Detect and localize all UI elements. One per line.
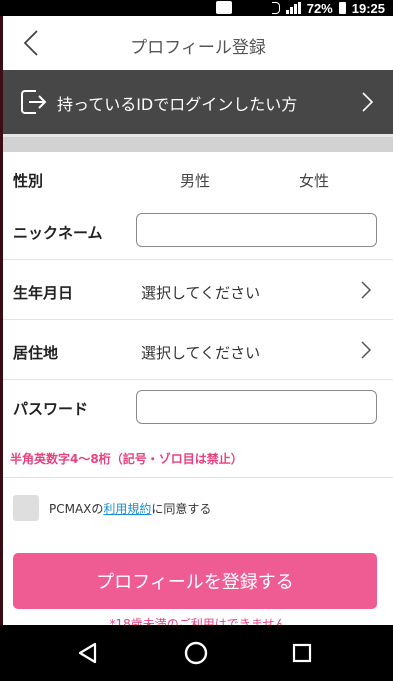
residence-row[interactable]: 居住地 選択してください — [3, 320, 393, 380]
nickname-input[interactable] — [136, 213, 377, 247]
terms-of-service-link[interactable]: 利用規約 — [103, 502, 151, 516]
terms-prefix: PCMAXの — [49, 502, 104, 516]
gender-option-female[interactable]: 女性 — [299, 170, 329, 191]
clock: 19:25 — [351, 0, 385, 16]
home-circle-icon — [184, 641, 208, 665]
birthdate-label: 生年月日 — [13, 284, 74, 302]
residence-select[interactable]: 選択してください — [141, 342, 260, 363]
terms-checkbox[interactable] — [13, 495, 39, 521]
password-hint: 半角英数字4〜8桁（記号・ゾロ目は禁止） — [10, 452, 243, 466]
nav-back-button[interactable] — [74, 639, 102, 667]
notification-icon — [216, 1, 232, 14]
birthdate-select[interactable]: 選択してください — [141, 282, 260, 303]
bluetooth-icon — [271, 2, 280, 14]
register-profile-button[interactable]: プロフィールを登録する — [13, 553, 377, 609]
birthdate-row[interactable]: 生年月日 選択してください — [3, 260, 393, 320]
password-input[interactable] — [136, 390, 377, 424]
signal-icon — [285, 2, 301, 14]
residence-label: 居住地 — [13, 344, 59, 362]
section-divider — [3, 134, 393, 152]
gender-option-male[interactable]: 男性 — [180, 170, 210, 191]
password-label: パスワード — [13, 400, 89, 418]
chevron-right-icon — [361, 341, 372, 359]
login-with-id-link[interactable]: 持っているIDでログインしたい方 — [3, 70, 393, 134]
gender-label: 性別 — [13, 172, 44, 190]
sign-in-icon — [21, 90, 47, 114]
terms-agreement-row: PCMAXの利用規約に同意する — [3, 477, 393, 539]
battery-percentage: 72% — [306, 0, 333, 16]
android-nav-bar — [0, 625, 393, 681]
nickname-label: ニックネーム — [13, 224, 103, 242]
status-bar: 72% 19:25 — [0, 0, 393, 16]
chevron-right-icon — [361, 281, 372, 299]
app-screen: プロフィール登録 持っているIDでログインしたい方 性別 男性 女性 ニックネー… — [0, 16, 393, 631]
nav-home-button[interactable] — [182, 639, 210, 667]
page-title: プロフィール登録 — [130, 38, 266, 58]
nav-recents-button[interactable] — [288, 639, 316, 667]
terms-suffix: に同意する — [151, 502, 212, 516]
recents-square-icon — [292, 643, 312, 663]
chevron-right-icon — [362, 92, 374, 112]
nickname-row: ニックネーム — [3, 200, 393, 260]
back-triangle-icon — [78, 642, 97, 664]
terms-agreement-text: PCMAXの利用規約に同意する — [49, 500, 211, 517]
header: プロフィール登録 — [3, 16, 393, 70]
login-with-id-label: 持っているIDでログインしたい方 — [57, 95, 298, 114]
battery-icon — [338, 2, 346, 14]
